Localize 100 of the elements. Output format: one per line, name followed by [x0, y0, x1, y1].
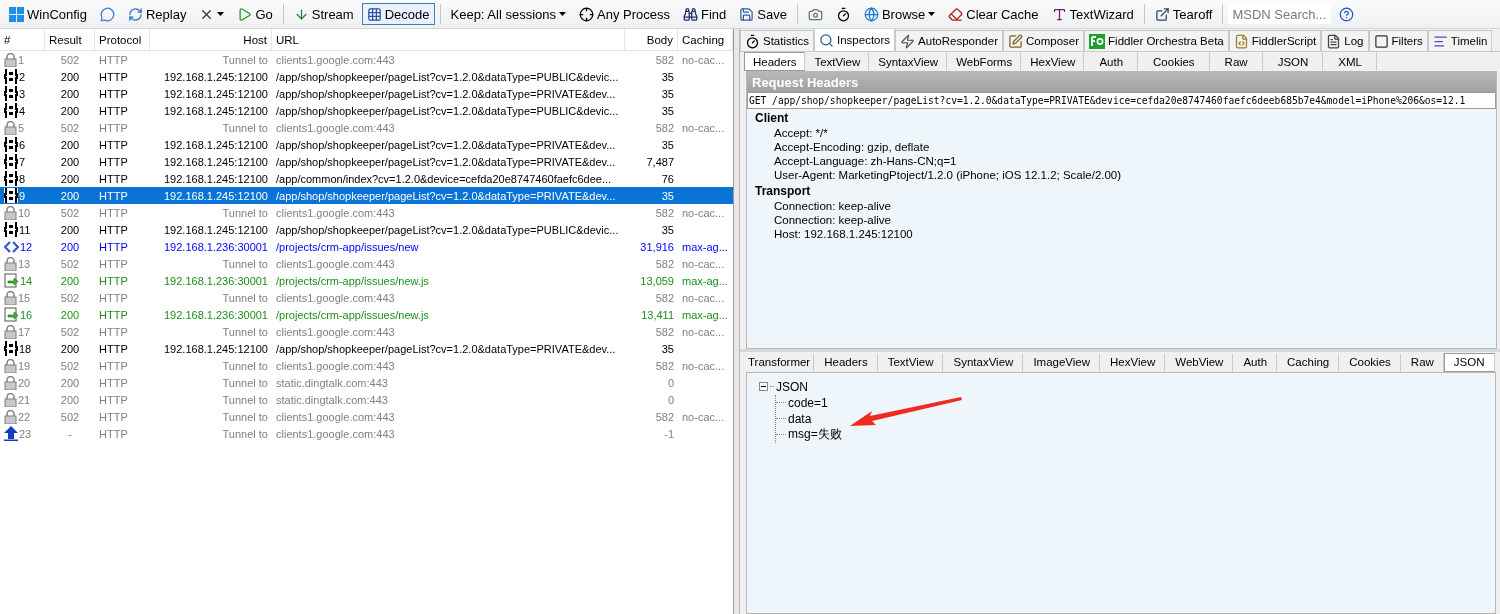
session-row[interactable]: 14 200 HTTP 192.168.1.236:30001 /projects/crm-app/issues/new.js 13,059 max-ag...	[0, 272, 733, 289]
tab[interactable]: Filters	[1368, 30, 1428, 51]
toolbar-button[interactable]: Keep: All sessions	[445, 3, 571, 25]
table-cell-text: 502	[59, 206, 81, 219]
table-cell-text: Tunnel to	[221, 257, 269, 270]
tree-node[interactable]: data	[788, 411, 812, 426]
session-row[interactable]: 10 502 HTTP Tunnel to clients1.google.com:443 582 no-cac...	[0, 204, 733, 221]
session-row[interactable]: 5 502 HTTP Tunnel to clients1.google.com:443 582 no-cac...	[0, 119, 733, 136]
session-row[interactable]: 9 200 HTTP 192.168.1.245:12100 /app/shop/shopkeeper/pageList?cv=1.2.0&dataType=PRIVATE&dev... 35	[0, 187, 733, 204]
column-header[interactable]: Host	[150, 29, 272, 50]
column-header[interactable]: Body	[625, 29, 678, 50]
session-row[interactable]: 12 200 HTTP 192.168.1.236:30001 /projects/crm-app/issues/new 31,916 max-ag...	[0, 238, 733, 255]
toolbar-button[interactable]: Go	[232, 3, 278, 25]
tab[interactable]: Headers	[814, 352, 878, 372]
column-header[interactable]: #	[0, 29, 45, 50]
toolbar-button[interactable]: Decode	[361, 3, 435, 25]
session-row[interactable]: 4 200 HTTP 192.168.1.245:12100 /app/shop/shopkeeper/pageList?cv=1.2.0&dataType=PUBLIC&devic... 35	[0, 102, 733, 119]
search-field[interactable]: MSDN Search...	[1228, 4, 1332, 24]
column-header[interactable]: URL	[272, 29, 625, 50]
collapse-toggle[interactable]	[759, 382, 768, 392]
table-cell-text: HTTP	[98, 121, 129, 134]
toolbar-button[interactable]: Tearoff	[1149, 3, 1218, 25]
fo-badge-icon	[1089, 33, 1106, 49]
toolbar-button[interactable]: Browse	[858, 3, 941, 25]
header-line: Accept: */*	[773, 126, 829, 140]
column-header[interactable]: Protocol	[95, 29, 150, 50]
search-icon	[819, 32, 834, 48]
tab[interactable]: Raw	[1400, 352, 1444, 372]
toolbar-button[interactable]: WinConfig	[4, 3, 92, 25]
braces-icon	[4, 103, 18, 118]
tree-node[interactable]: msg=失败	[788, 426, 842, 444]
tab[interactable]: HexView	[1100, 352, 1166, 372]
table-cell-text: HTTP	[98, 308, 129, 321]
table-cell-text: 192.168.1.245:12100	[163, 138, 269, 151]
caret-icon	[217, 12, 225, 16]
session-row[interactable]: 1 502 HTTP Tunnel to clients1.google.com:443 582 no-cac...	[0, 51, 733, 68]
session-row[interactable]: 22 502 HTTP Tunnel to clients1.google.com:443 582 no-cac...	[0, 408, 733, 425]
tab[interactable]: SyntaxView	[943, 352, 1024, 372]
toolbar-button[interactable]: Find	[678, 3, 732, 25]
session-row[interactable]: 19 502 HTTP Tunnel to clients1.google.com:443 582 no-cac...	[0, 357, 733, 374]
session-row[interactable]: 23 - HTTP Tunnel to clients1.google.com:443 -1	[0, 425, 733, 442]
table-cell: 21	[18, 393, 31, 406]
tab[interactable]: FiddlerScript	[1228, 30, 1322, 51]
session-row[interactable]: 15 502 HTTP Tunnel to clients1.google.com:443 582 no-cac...	[0, 289, 733, 306]
tab[interactable]: JSON	[1443, 352, 1495, 372]
session-row[interactable]: 7 200 HTTP 192.168.1.245:12100 /app/shop/shopkeeper/pageList?cv=1.2.0&dataType=PRIVATE&dev... 7,487	[0, 153, 733, 170]
tab[interactable]: Headers	[744, 52, 806, 71]
tab[interactable]: AutoResponder	[895, 30, 1003, 51]
tab[interactable]: Statistics	[740, 30, 814, 51]
table-cell: 16	[20, 308, 33, 321]
tab[interactable]: Cookies	[1339, 352, 1401, 372]
save-icon	[739, 6, 755, 22]
table-cell: 17	[18, 325, 31, 338]
header-line: Accept-Encoding: gzip, deflate	[773, 140, 931, 154]
table-cell-text: no-cac...	[681, 257, 726, 270]
tab[interactable]: Inspectors	[814, 29, 896, 51]
session-row[interactable]: 2 200 HTTP 192.168.1.245:12100 /app/shop/shopkeeper/pageList?cv=1.2.0&dataType=PUBLIC&devic... 35	[0, 68, 733, 85]
column-header[interactable]: Result	[45, 29, 95, 50]
tab[interactable]: Composer	[1003, 30, 1085, 51]
session-row[interactable]: 18 200 HTTP 192.168.1.245:12100 /app/shop/shopkeeper/pageList?cv=1.2.0&dataType=PRIVATE&dev... 35	[0, 340, 733, 357]
tab[interactable]: ImageView	[1023, 352, 1101, 372]
table-cell-text: no-cac...	[681, 325, 726, 338]
table-cell-text: Tunnel to	[221, 325, 269, 338]
table-cell-text: 502	[59, 410, 81, 423]
tab[interactable]: TextView	[877, 352, 944, 372]
timer-icon	[745, 33, 760, 49]
toolbar-button[interactable]: Clear Cache	[943, 3, 1044, 25]
toolbar-button[interactable]: Replay	[122, 3, 192, 25]
tab[interactable]: Log	[1321, 30, 1369, 51]
windows-logo-icon	[9, 6, 24, 22]
tab[interactable]: Fiddler Orchestra Beta	[1084, 30, 1229, 51]
session-row[interactable]: 11 200 HTTP 192.168.1.245:12100 /app/shop/shopkeeper/pageList?cv=1.2.0&dataType=PUBLIC&devic... 35	[0, 221, 733, 238]
session-row[interactable]: 17 502 HTTP Tunnel to clients1.google.com:443 582 no-cac...	[0, 323, 733, 340]
toolbar-button[interactable]: Stream	[288, 3, 359, 25]
session-row[interactable]: 8 200 HTTP 192.168.1.245:12100 /app/common/index?cv=1.2.0&device=cefda20e8747460faefc6dee... 76	[0, 170, 733, 187]
tab[interactable]: Auth	[1233, 352, 1278, 372]
tab[interactable]: Caching	[1277, 352, 1340, 372]
table-cell-text: HTTP	[98, 155, 129, 168]
table-cell-text: 582	[654, 359, 675, 372]
tree-node[interactable]: JSON	[776, 379, 808, 394]
toolbar-button[interactable]: Save	[734, 3, 792, 25]
tab[interactable]: WebView	[1165, 352, 1234, 372]
tab[interactable]: Transformer	[744, 352, 815, 372]
session-row[interactable]: 6 200 HTTP 192.168.1.245:12100 /app/shop/shopkeeper/pageList?cv=1.2.0&dataType=PRIVATE&dev... 35	[0, 136, 733, 153]
session-row[interactable]: 21 200 HTTP Tunnel to static.dingtalk.com:443 0	[0, 391, 733, 408]
padlock-icon	[4, 120, 17, 135]
toolbar-button[interactable]: TextWizard	[1046, 3, 1139, 25]
table-cell-text: 582	[654, 121, 675, 134]
session-row[interactable]: 13 502 HTTP Tunnel to clients1.google.com:443 582 no-cac...	[0, 255, 733, 272]
toolbar-button[interactable]: Any Process	[574, 3, 675, 25]
tree-node[interactable]: code=1	[788, 395, 828, 410]
tab[interactable]: Timelin	[1427, 30, 1493, 51]
table-cell-text: /app/shop/shopkeeper/pageList?cv=1.2.0&dataType=PRIVATE&dev...	[275, 189, 617, 202]
table-cell-text: 192.168.1.245:12100	[163, 172, 269, 185]
column-header[interactable]: Caching	[678, 29, 733, 50]
session-row[interactable]: 16 200 HTTP 192.168.1.236:30001 /projects/crm-app/issues/new.js 13,411 max-ag...	[0, 306, 733, 323]
table-cell-text: 200	[59, 138, 81, 151]
session-row[interactable]: 3 200 HTTP 192.168.1.245:12100 /app/shop/shopkeeper/pageList?cv=1.2.0&dataType=PRIVATE&dev... 35	[0, 85, 733, 102]
session-row[interactable]: 20 200 HTTP Tunnel to static.dingtalk.com:443 0	[0, 374, 733, 391]
table-cell-text: 0	[666, 393, 675, 406]
